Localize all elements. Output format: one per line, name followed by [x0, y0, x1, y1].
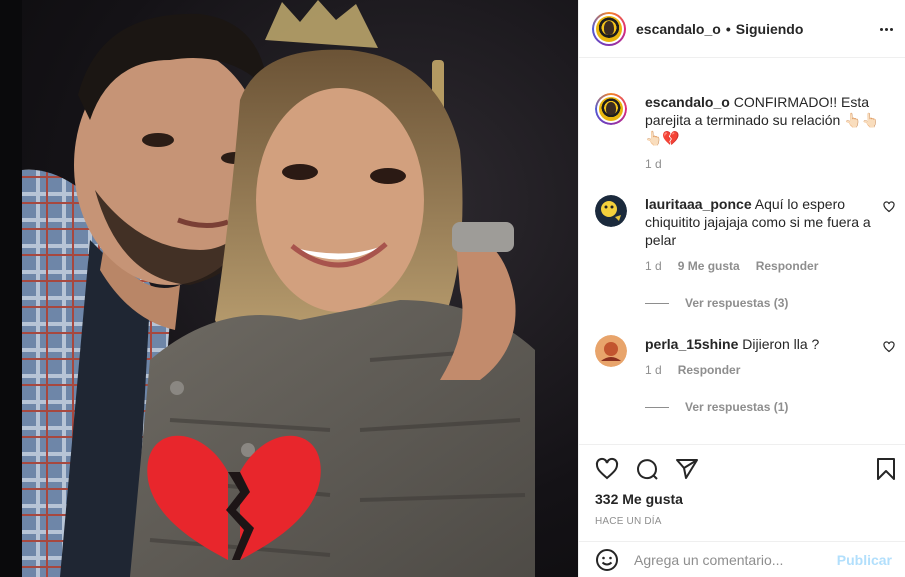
comment-item: lauritaaa_ponce Aquí lo espero chiquitit…	[595, 195, 895, 273]
view-replies-label: Ver respuestas (3)	[685, 296, 789, 310]
reply-button[interactable]: Responder	[756, 259, 819, 273]
caption-username[interactable]: escandalo_o	[645, 94, 730, 110]
follow-status-button[interactable]: Siguiendo	[736, 21, 804, 37]
comment-item: perla_15shine Dijieron lla ? 1 d Respond…	[595, 335, 895, 377]
paper-plane-icon[interactable]	[675, 457, 699, 481]
view-replies-label: Ver respuestas (1)	[685, 400, 789, 414]
photo-left-border	[0, 0, 22, 577]
comment-input[interactable]	[634, 552, 837, 568]
replies-divider-line	[645, 406, 669, 408]
replies-divider-line	[645, 302, 669, 304]
caption-meta: 1 d	[645, 157, 895, 171]
smiley-icon[interactable]	[595, 548, 619, 572]
reply-button[interactable]: Responder	[678, 363, 741, 377]
post-header: escandalo_o • Siguiendo	[579, 0, 905, 58]
likes-count[interactable]: 332 Me gusta	[595, 491, 683, 507]
separator-dot: •	[725, 20, 731, 37]
comments-list: escandalo_o CONFIRMADO!! Esta parejita a…	[579, 59, 905, 444]
post-actions: 332 Me gusta HACE UN DÍA Publicar	[579, 444, 905, 577]
comment-age[interactable]: 1 d	[645, 363, 662, 377]
caption: escandalo_o CONFIRMADO!! Esta parejita a…	[595, 93, 895, 171]
photo-illustration	[22, 0, 535, 577]
view-replies-button[interactable]: Ver respuestas (1)	[645, 400, 788, 414]
comment-meta: 1 d 9 Me gusta Responder	[645, 259, 895, 273]
comment-likes[interactable]: 9 Me gusta	[678, 259, 740, 273]
comment-username[interactable]: lauritaaa_ponce	[645, 196, 752, 212]
caption-text-block: escandalo_o CONFIRMADO!! Esta parejita a…	[645, 93, 885, 147]
add-comment-bar: Publicar	[579, 541, 905, 577]
heart-icon[interactable]	[595, 457, 619, 481]
author-username[interactable]: escandalo_o	[636, 21, 721, 37]
comment-age[interactable]: 1 d	[645, 259, 662, 273]
post-photo[interactable]	[0, 0, 578, 577]
comment-text-block: lauritaaa_ponce Aquí lo espero chiquitit…	[645, 195, 885, 249]
comment-meta: 1 d Responder	[645, 363, 895, 377]
view-replies-button[interactable]: Ver respuestas (3)	[645, 296, 788, 310]
commenter-avatar[interactable]	[595, 335, 627, 367]
caption-avatar[interactable]	[595, 93, 627, 125]
comment-icon[interactable]	[635, 457, 659, 481]
author-avatar[interactable]	[592, 11, 626, 46]
bookmark-icon[interactable]	[874, 457, 898, 481]
post-side-panel: escandalo_o • Siguiendo escandalo_o CONF…	[578, 0, 905, 577]
comment-like-heart-icon[interactable]	[883, 341, 895, 353]
comment-like-heart-icon[interactable]	[883, 201, 895, 213]
publish-button[interactable]: Publicar	[837, 552, 892, 568]
comment-text-block: perla_15shine Dijieron lla ?	[645, 335, 885, 353]
instagram-post-viewer: escandalo_o • Siguiendo escandalo_o CONF…	[0, 0, 905, 577]
comment-username[interactable]: perla_15shine	[645, 336, 738, 352]
caption-age[interactable]: 1 d	[645, 157, 662, 171]
post-timestamp[interactable]: HACE UN DÍA	[595, 516, 662, 527]
comment-text: Dijieron lla ?	[742, 336, 820, 352]
ellipsis-icon[interactable]	[880, 21, 896, 37]
commenter-avatar[interactable]	[595, 195, 627, 227]
